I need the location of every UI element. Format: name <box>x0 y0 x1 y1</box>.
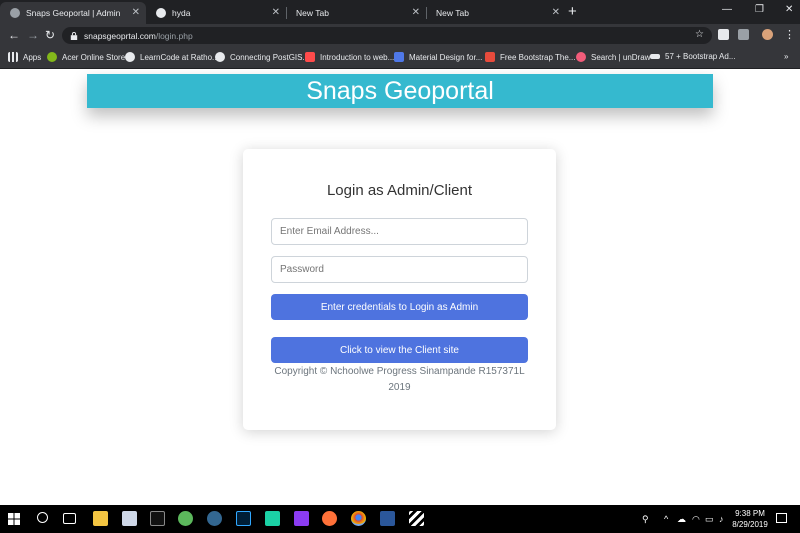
tab-new-tab-2[interactable]: New Tab ✕ <box>426 2 566 24</box>
bookmarks-overflow-icon[interactable]: » <box>784 52 788 61</box>
site-banner: Snaps Geoportal <box>87 74 713 108</box>
bookmark-intro-web[interactable]: Introduction to web... <box>305 52 394 62</box>
onedrive-icon[interactable]: ☁ <box>677 514 686 525</box>
terminal-icon[interactable] <box>150 511 165 526</box>
new-tab-button[interactable]: + <box>568 3 577 20</box>
copyright-text: Copyright © Nchoolwe Progress Sinampande… <box>271 364 528 396</box>
video-editor-icon[interactable] <box>409 511 424 526</box>
bookmarks-bar: Apps Acer Online Store LearnCode at Rath… <box>0 47 800 69</box>
extension-shield-icon[interactable] <box>718 29 729 40</box>
close-icon[interactable]: ✕ <box>552 7 560 18</box>
admin-login-button[interactable]: Enter credentials to Login as Admin <box>271 294 528 320</box>
firefox-icon[interactable] <box>322 511 337 526</box>
bookmark-label: Acer Online Store <box>62 52 126 62</box>
bookmark-apps[interactable]: Apps <box>8 52 41 62</box>
bookmark-label: LearnCode at Ratho... <box>140 52 219 62</box>
qgis-icon[interactable] <box>178 511 193 526</box>
forward-icon[interactable]: → <box>27 28 39 42</box>
acer-icon <box>47 52 57 62</box>
tab-snaps-geoportal[interactable]: Snaps Geoportal | Admin ✕ <box>0 2 146 24</box>
url-path: /login.php <box>155 30 193 41</box>
windows-taskbar: ⚲ ^ ☁ ◠ ▭ ♪ 9:38 PM 8/29/2019 <box>0 505 800 533</box>
copyright-line: Copyright © Nchoolwe Progress Sinampande… <box>274 366 525 377</box>
clock-date: 8/29/2019 <box>732 520 768 529</box>
bookmark-undraw[interactable]: Search | unDraw <box>576 52 650 62</box>
globe-icon <box>10 8 20 18</box>
extension-icon[interactable] <box>738 29 749 40</box>
bookmark-label: Connecting PostGIS... <box>230 52 310 62</box>
chevron-up-icon[interactable]: ^ <box>664 514 668 524</box>
login-card: Login as Admin/Client Enter credentials … <box>243 149 556 430</box>
apps-grid-icon <box>8 52 18 62</box>
lock-icon <box>70 31 78 40</box>
page-viewport: Snaps Geoportal Login as Admin/Client En… <box>0 69 800 505</box>
minimize-icon[interactable]: — <box>722 4 732 15</box>
photoshop-icon[interactable] <box>236 511 251 526</box>
login-heading: Login as Admin/Client <box>326 182 473 199</box>
browser-tab-strip: Snaps Geoportal | Admin ✕ hyda ✕ New Tab… <box>0 0 800 24</box>
bookmark-label: Introduction to web... <box>320 52 395 62</box>
clock-time: 9:38 PM <box>735 509 765 518</box>
bookmark-free-bootstrap[interactable]: Free Bootstrap The... <box>485 52 575 62</box>
copyright-year: 2019 <box>388 382 411 393</box>
tab-hyda[interactable]: hyda ✕ <box>146 2 287 24</box>
s-icon <box>485 52 495 62</box>
datagrip-icon[interactable] <box>265 511 280 526</box>
wordpress-icon <box>215 52 225 62</box>
bookmark-label: Free Bootstrap The... <box>500 52 576 62</box>
notepad-icon[interactable] <box>122 511 137 526</box>
tab-label: New Tab <box>436 8 469 18</box>
reload-icon[interactable]: ↻ <box>45 28 55 42</box>
postgresql-icon[interactable] <box>207 511 222 526</box>
volume-icon[interactable]: ♪ <box>719 514 724 524</box>
email-field[interactable] <box>271 218 528 245</box>
tab-label: Snaps Geoportal | Admin <box>26 8 121 18</box>
close-window-icon[interactable]: ✕ <box>785 4 793 15</box>
bookmark-label: 57 + Bootstrap Ad... <box>665 52 736 61</box>
bookmark-learncode[interactable]: LearnCode at Ratho... <box>125 52 219 62</box>
windows-start-icon[interactable] <box>8 513 20 525</box>
task-view-icon[interactable] <box>63 513 76 524</box>
close-icon[interactable]: ✕ <box>272 7 280 18</box>
bookmark-acer[interactable]: Acer Online Store <box>47 52 125 62</box>
undraw-icon <box>576 52 586 62</box>
people-icon[interactable]: ⚲ <box>642 514 649 525</box>
star-icon[interactable]: ☆ <box>695 29 704 40</box>
close-icon[interactable]: ✕ <box>412 7 420 18</box>
browser-toolbar: ← → ↻ snapsgeoprtal.com/login.php ☆ ⋮ <box>0 24 800 47</box>
file-explorer-icon[interactable] <box>93 511 108 526</box>
word-icon[interactable] <box>380 511 395 526</box>
web-icon <box>305 52 315 62</box>
cortana-search-icon[interactable] <box>37 512 48 523</box>
address-bar[interactable]: snapsgeoprtal.com/login.php ☆ <box>62 27 712 44</box>
wifi-icon[interactable]: ◠ <box>692 514 700 525</box>
phpstorm-icon[interactable] <box>294 511 309 526</box>
globe-icon <box>156 8 166 18</box>
bookmark-bootstrap-admin[interactable]: 57 + Bootstrap Ad... <box>650 52 736 61</box>
menu-kebab-icon[interactable]: ⋮ <box>784 28 795 41</box>
restore-icon[interactable]: ❐ <box>755 4 764 15</box>
mdb-icon <box>394 52 404 62</box>
chrome-icon[interactable] <box>351 511 366 526</box>
bookmark-label: Apps <box>23 52 42 62</box>
bookmark-material-design[interactable]: Material Design for... <box>394 52 482 62</box>
bookmark-postgis[interactable]: Connecting PostGIS... <box>215 52 309 62</box>
tab-label: New Tab <box>296 8 329 18</box>
close-icon[interactable]: ✕ <box>132 7 140 18</box>
client-site-button[interactable]: Click to view the Client site <box>271 337 528 363</box>
bow-icon <box>650 54 660 59</box>
avatar[interactable] <box>762 29 773 40</box>
taskbar-clock[interactable]: 9:38 PM 8/29/2019 <box>730 508 770 530</box>
password-field[interactable] <box>271 256 528 283</box>
tab-new-tab-1[interactable]: New Tab ✕ <box>286 2 427 24</box>
back-icon[interactable]: ← <box>8 28 20 42</box>
battery-icon[interactable]: ▭ <box>705 514 714 525</box>
url-host: snapsgeoprtal.com <box>84 30 156 41</box>
tab-label: hyda <box>172 8 191 18</box>
bookmark-label: Material Design for... <box>409 52 483 62</box>
action-center-icon[interactable] <box>776 513 787 523</box>
bookmark-label: Search | unDraw <box>591 52 651 62</box>
globe-icon <box>125 52 135 62</box>
